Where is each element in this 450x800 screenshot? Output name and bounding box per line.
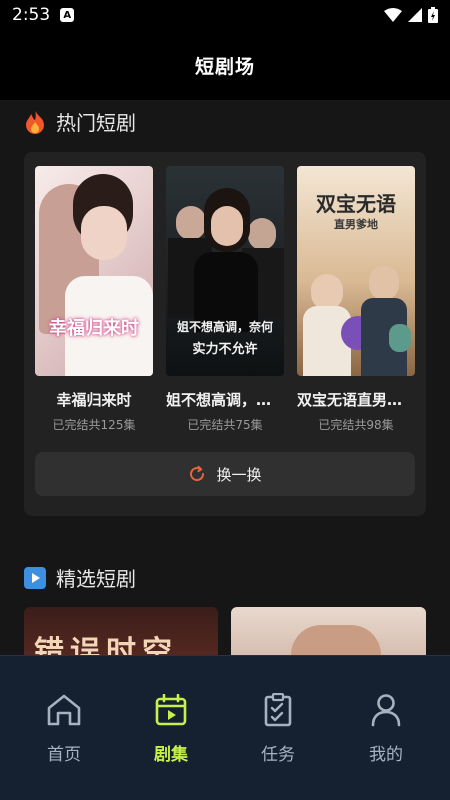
featured-drama-thumb[interactable] [231, 607, 426, 655]
poster-subtitle: 直男爹地 [334, 218, 378, 231]
drama-meta: 已完结共98集 [318, 418, 394, 432]
hot-section-title: 热门短剧 [56, 111, 136, 135]
drama-name: 姐不想高调，奈何实力不允许 [166, 391, 284, 409]
thumb-title: 错误时空 [34, 635, 178, 655]
drama-meta: 已完结共125集 [52, 418, 136, 432]
drama-poster: 双宝无语 直男爹地 [297, 166, 415, 376]
poster-title: 双宝无语 [316, 192, 396, 216]
poster-title: 姐不想高调，奈何 [176, 320, 273, 334]
refresh-icon [190, 465, 205, 482]
task-icon [258, 690, 298, 730]
notification-icon: A [60, 8, 75, 22]
drama-poster: 姐不想高调，奈何 实力不允许 [166, 166, 284, 376]
page-title: 短剧场 [194, 55, 255, 78]
hot-section-header: 热门短剧 [24, 107, 136, 136]
profile-icon [366, 690, 406, 730]
fire-icon [26, 109, 44, 134]
nav-label-home: 首页 [47, 745, 81, 765]
drama-card[interactable]: 双宝无语 直男爹地 双宝无语直男爹地 已完结共98集 [297, 166, 415, 433]
app-bar: 短剧场 [0, 30, 450, 100]
drama-name: 幸福归来时 [56, 391, 132, 409]
home-icon [44, 690, 84, 730]
drama-card[interactable]: 姐不想高调，奈何 实力不允许 姐不想高调，奈何实力不允许 已完结共75集 [166, 166, 284, 433]
hot-dramas-card: 幸福归来时 幸福归来时 已完结共125集 姐不想高调，奈何 实力不允许 姐不想高… [24, 152, 426, 516]
bottom-nav: 首页 剧集 任务 我的 [0, 655, 450, 800]
status-icons [384, 7, 438, 23]
nav-item-home[interactable]: 首页 [8, 656, 120, 776]
drama-icon [151, 690, 191, 730]
status-bar: 2:53 A [0, 0, 450, 30]
featured-drama-thumb[interactable]: 错误时空 [24, 607, 218, 655]
nav-label-dramas: 剧集 [154, 745, 188, 765]
status-time: 2:53 [12, 5, 51, 25]
refresh-label: 换一换 [216, 465, 262, 484]
nav-item-profile[interactable]: 我的 [330, 656, 442, 776]
drama-name: 双宝无语直男爹地 [297, 391, 415, 409]
nav-label-profile: 我的 [369, 745, 403, 765]
content-scroll[interactable]: 热门短剧 幸福归来时 幸福归来时 已完结共125集 姐不想高调，奈何 实力不允许… [0, 100, 450, 655]
battery-icon [428, 7, 438, 23]
nav-label-tasks: 任务 [261, 745, 295, 765]
wifi-icon [384, 8, 402, 22]
featured-section-title: 精选短剧 [56, 567, 136, 591]
nav-item-dramas[interactable]: 剧集 [115, 656, 227, 776]
nav-item-tasks[interactable]: 任务 [222, 656, 334, 776]
signal-icon [408, 8, 422, 22]
drama-meta: 已完结共75集 [187, 418, 263, 432]
refresh-button[interactable]: 换一换 [35, 452, 415, 496]
featured-section-header: 精选短剧 [24, 563, 136, 592]
drama-poster: 幸福归来时 [35, 166, 153, 376]
drama-card[interactable]: 幸福归来时 幸福归来时 已完结共125集 [35, 166, 153, 433]
poster-subtitle: 实力不允许 [192, 342, 258, 357]
poster-title: 幸福归来时 [49, 318, 139, 339]
play-icon [24, 566, 46, 589]
